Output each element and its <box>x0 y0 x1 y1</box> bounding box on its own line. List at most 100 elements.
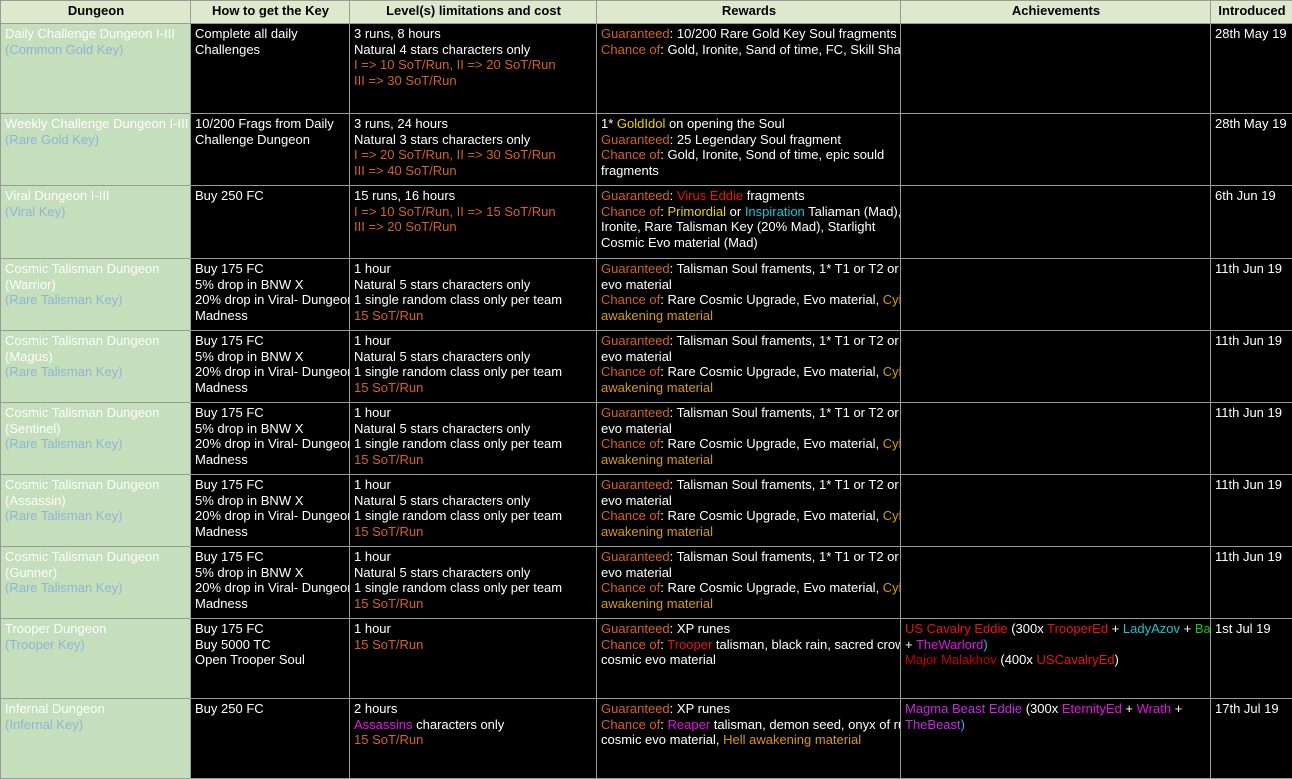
dungeon-key-name: (Common Gold Key) <box>5 42 187 58</box>
text-segment: 20% drop in Viral- Dungeon <box>195 364 350 379</box>
text-segment: Cosmic Talisman Dungeon <box>5 405 159 420</box>
key-source-line: Complete all daily <box>195 26 346 42</box>
text-segment: awakening material <box>601 452 713 467</box>
text-segment: 1 single random class only per team <box>354 508 562 523</box>
text-segment: Guaranteed <box>601 333 670 348</box>
limitation-line: III => 30 SoT/Run <box>354 73 593 89</box>
text-segment: Guaranteed <box>601 701 670 716</box>
dungeon-key-name: (Infernal Key) <box>5 717 187 733</box>
table-row: Cosmic Talisman Dungeon(Assassin)(Rare T… <box>1 475 1292 547</box>
key-source-line: Buy 250 FC <box>195 701 346 717</box>
dungeon-reference-table: Dungeon How to get the Key Level(s) limi… <box>0 0 1292 779</box>
reward-line: Guaranteed: XP runes <box>601 621 897 637</box>
dungeon-name: Weekly Challenge Dungeon I-III <box>5 116 187 132</box>
cell-rewards: Guaranteed: Talisman Soul framents, 1* T… <box>597 403 901 475</box>
text-segment: Buy 5000 TC <box>195 637 271 652</box>
introduced-date: 6th Jun 19 <box>1215 188 1289 204</box>
text-segment: evo material <box>601 565 672 580</box>
key-source-line: Challenge Dungeon <box>195 132 346 148</box>
cell-introduced: 6th Jun 19 <box>1211 186 1292 259</box>
text-segment: Madness <box>195 596 248 611</box>
dungeon-class: (Warrior) <box>5 277 187 293</box>
limitation-line: I => 20 SoT/Run, II => 30 SoT/Run <box>354 147 593 163</box>
text-segment: + <box>1108 621 1123 636</box>
introduced-date: 1st Jul 19 <box>1215 621 1289 637</box>
text-segment: 1* <box>601 116 617 131</box>
cell-how-to-get-key: 10/200 Frags from DailyChallenge Dungeon <box>191 114 350 186</box>
reward-line: Chance of: Rare Cosmic Upgrade, Evo mate… <box>601 364 897 380</box>
dungeon-name: Daily Challenge Dungeon I-III <box>5 26 187 42</box>
text-segment: 15 SoT/Run <box>354 308 423 323</box>
limitation-line: Natural 4 stars characters only <box>354 42 593 58</box>
limitation-line: 1 hour <box>354 549 593 565</box>
text-segment: : XP runes <box>670 701 730 716</box>
key-source-line: Buy 175 FC <box>195 333 346 349</box>
text-segment: : Talisman Soul framents, 1* T1 or T2 or… <box>670 549 901 564</box>
text-segment: III => 20 SoT/Run <box>354 219 457 234</box>
cell-rewards: Guaranteed: Talisman Soul framents, 1* T… <box>597 259 901 331</box>
introduced-date: 28th May 19 <box>1215 116 1289 132</box>
cell-achievements: US Cavalry Eddie (300x TrooperEd + LadyA… <box>901 619 1211 699</box>
text-segment: Buy 175 FC <box>195 621 264 636</box>
text-segment: TrooperEd <box>1047 621 1108 636</box>
cell-achievements <box>901 114 1211 186</box>
text-segment: (400x <box>997 652 1037 667</box>
text-segment: 28th May 19 <box>1215 116 1287 131</box>
text-segment: 17th Jul 19 <box>1215 701 1279 716</box>
key-source-line: Challenges <box>195 42 346 58</box>
cell-rewards: Guaranteed: Talisman Soul framents, 1* T… <box>597 547 901 619</box>
reward-line: awakening material <box>601 596 897 612</box>
text-segment: Guaranteed <box>601 188 670 203</box>
text-segment: 15 runs, 16 hours <box>354 188 455 203</box>
reward-line: Chance of: Gold, Ironite, Sond of time, … <box>601 147 897 163</box>
text-segment: 5% drop in BNW X <box>195 349 303 364</box>
text-segment: 20% drop in Viral- Dungeon <box>195 436 350 451</box>
key-source-line: Madness <box>195 452 346 468</box>
limitation-line: 15 SoT/Run <box>354 637 593 653</box>
text-segment: (Warrior) <box>5 277 56 292</box>
text-segment: : <box>660 204 667 219</box>
text-segment: 1 hour <box>354 621 391 636</box>
cell-introduced: 11th Jun 19 <box>1211 475 1292 547</box>
text-segment: Natural 5 stars characters only <box>354 277 530 292</box>
text-segment: III => 30 SoT/Run <box>354 73 457 88</box>
dungeon-key-name: (Rare Gold Key) <box>5 132 187 148</box>
reward-line: awakening material <box>601 524 897 540</box>
cell-rewards: 1* GoldIdol on opening the SoulGuarantee… <box>597 114 901 186</box>
text-segment: (Rare Talisman Key) <box>5 364 123 379</box>
dungeon-key-name: (Rare Talisman Key) <box>5 364 187 380</box>
reward-line: Chance of: Trooper talisman, black rain,… <box>601 637 897 653</box>
text-segment: 15 SoT/Run <box>354 380 423 395</box>
cell-limitations-cost: 1 hourNatural 5 stars characters only1 s… <box>350 403 597 475</box>
text-segment: Guaranteed <box>601 261 670 276</box>
text-segment: 1st Jul 19 <box>1215 621 1271 636</box>
text-segment: 5% drop in BNW X <box>195 493 303 508</box>
text-segment: Viral Dungeon I-III <box>5 188 110 203</box>
key-source-line: Open Trooper Soul <box>195 652 346 668</box>
text-segment: 15 SoT/Run <box>354 637 423 652</box>
cell-achievements <box>901 259 1211 331</box>
text-segment: Daily Challenge Dungeon I-III <box>5 26 175 41</box>
text-segment: Major Malakhov <box>905 652 997 667</box>
text-segment: Chance of <box>601 204 660 219</box>
cell-rewards: Guaranteed: Virus Eddie fragmentsChance … <box>597 186 901 259</box>
dungeon-key-name: (Viral Key) <box>5 204 187 220</box>
cell-limitations-cost: 1 hourNatural 5 stars characters only1 s… <box>350 331 597 403</box>
cell-introduced: 11th Jun 19 <box>1211 403 1292 475</box>
text-segment: + <box>905 637 916 652</box>
text-segment: Madness <box>195 452 248 467</box>
text-segment: I => 20 SoT/Run, II => 30 SoT/Run <box>354 147 556 162</box>
cell-introduced: 1st Jul 19 <box>1211 619 1292 699</box>
reward-line: 1* GoldIdol on opening the Soul <box>601 116 897 132</box>
cell-limitations-cost: 1 hourNatural 5 stars characters only1 s… <box>350 259 597 331</box>
text-segment: Buy 175 FC <box>195 477 264 492</box>
dungeon-name: Cosmic Talisman Dungeon <box>5 477 187 493</box>
reward-line: awakening material <box>601 380 897 396</box>
text-segment: Guaranteed <box>601 26 670 41</box>
limitation-line: 15 SoT/Run <box>354 308 593 324</box>
text-segment: : Rare Cosmic Upgrade, Evo material, <box>660 436 883 451</box>
text-segment: Buy 175 FC <box>195 405 264 420</box>
reward-line: evo material <box>601 349 897 365</box>
limitation-line: 1 single random class only per team <box>354 580 593 596</box>
text-segment: + <box>1122 701 1137 716</box>
